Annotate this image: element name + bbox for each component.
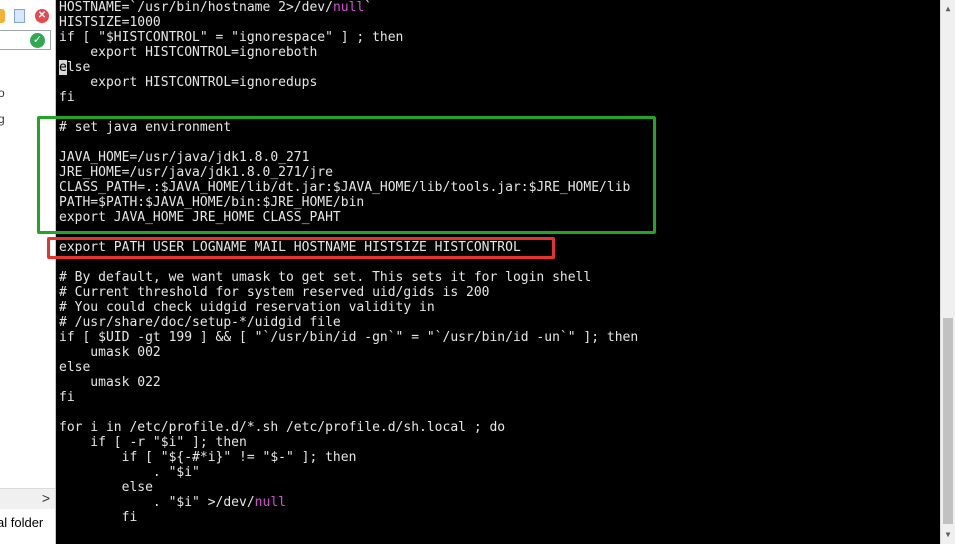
app-window: ✕ ✓ o g > al folder HOSTNAME=`/usr/bin/h… (0, 0, 955, 544)
close-icon[interactable]: ✕ (35, 9, 49, 23)
terminal-line: # Current threshold for system reserved … (59, 285, 490, 300)
check-icon[interactable]: ✓ (30, 33, 45, 48)
terminal-line: . "$i" >/dev/null (59, 495, 286, 510)
terminal-line: if [ "$HISTCONTROL" = "ignorespace" ] ; … (59, 30, 404, 45)
terminal-line: HISTSIZE=1000 (59, 15, 161, 30)
scroll-down-icon[interactable]: ▼ (941, 528, 955, 542)
terminal-line: for i in /etc/profile.d/*.sh /etc/profil… (59, 420, 506, 435)
tree-item-fragment[interactable]: o (0, 86, 5, 100)
scrollbar-thumb[interactable] (943, 318, 953, 524)
terminal-line: else (59, 480, 153, 495)
terminal-line: umask 002 (59, 345, 161, 360)
vertical-scrollbar[interactable]: ▲ ▼ (940, 0, 955, 544)
terminal-line: # By default, we want umask to get set. … (59, 270, 592, 285)
terminal-line: if [ "${-#*i}" != "$-" ]; then (59, 450, 357, 465)
terminal-line: fi (59, 510, 138, 525)
horizontal-scrollbar[interactable]: > (0, 488, 55, 509)
null-keyword: null (332, 0, 365, 15)
terminal-line: fi (59, 90, 75, 105)
folder-label[interactable]: al folder (0, 515, 43, 530)
chevron-right-icon[interactable]: > (42, 490, 50, 506)
terminal-line: # You could check uidgid reservation val… (59, 300, 435, 315)
null-keyword: null (254, 495, 286, 510)
terminal-line: . "$i" (59, 465, 200, 480)
path-input[interactable]: ✓ (0, 30, 51, 50)
terminal-line: export HISTCONTROL=ignoredups (59, 75, 318, 90)
java-env-highlight-box (37, 116, 656, 234)
export-path-highlight-box (47, 237, 555, 259)
terminal-line: else (59, 360, 91, 375)
terminal-line: umask 022 (59, 375, 161, 390)
document-icon[interactable] (14, 9, 25, 23)
terminal-view[interactable]: HOSTNAME=`/usr/bin/hostname 2>/dev/null`… (56, 0, 940, 544)
terminal-line: # /usr/share/doc/setup-*/uidgid file (59, 315, 341, 330)
favorites-icon[interactable] (0, 9, 5, 23)
tree-item-fragment[interactable]: g (0, 112, 5, 126)
terminal-line: export HISTCONTROL=ignoreboth (59, 45, 318, 60)
file-manager-panel: ✕ ✓ o g > al folder (0, 0, 56, 544)
terminal-line: else (59, 60, 91, 75)
text-cursor: e (59, 60, 67, 75)
file-manager-toolbar: ✕ (0, 5, 55, 27)
terminal-line: HOSTNAME=`/usr/bin/hostname 2>/dev/null` (59, 0, 373, 15)
terminal-line: if [ $UID -gt 199 ] && [ "`/usr/bin/id -… (59, 330, 639, 345)
scroll-up-icon[interactable]: ▲ (941, 2, 955, 16)
terminal-line: if [ -r "$i" ]; then (59, 435, 247, 450)
terminal-line: fi (59, 390, 75, 405)
